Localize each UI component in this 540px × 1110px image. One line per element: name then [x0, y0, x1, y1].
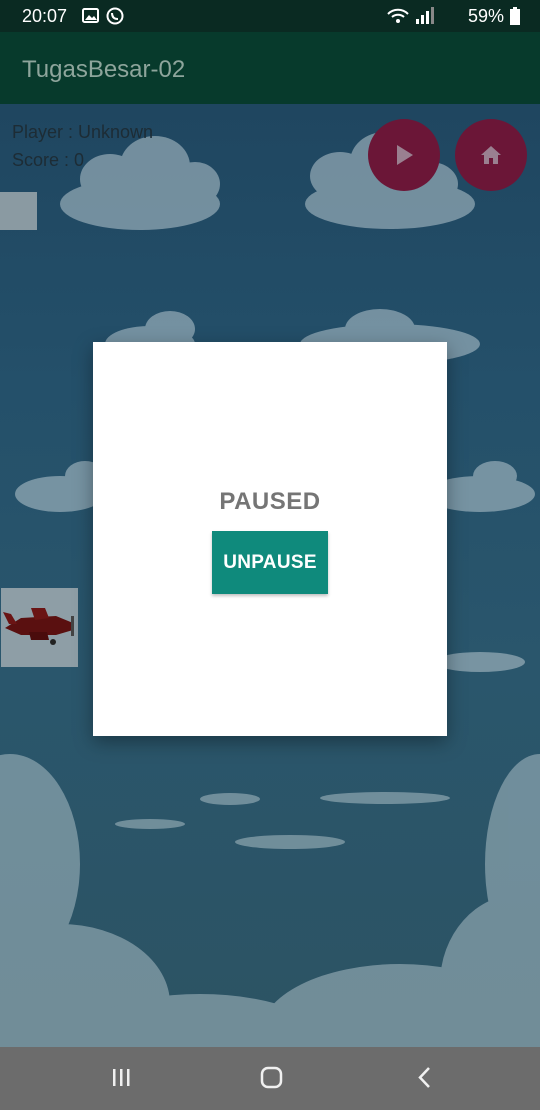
- score-label: Score : 0: [12, 150, 85, 170]
- pause-dialog: PAUSED UNPAUSE: [93, 342, 447, 736]
- recents-icon[interactable]: [113, 1069, 130, 1086]
- cloud-bank: [0, 754, 540, 1047]
- app-title: TugasBesar-02: [22, 56, 186, 83]
- signal-icon: [416, 7, 434, 24]
- unpause-button[interactable]: UNPAUSE: [212, 531, 328, 594]
- whatsapp-icon: [106, 7, 124, 25]
- player-plane: [1, 588, 78, 667]
- home-button[interactable]: [455, 119, 527, 191]
- play-button[interactable]: [368, 119, 440, 191]
- cloud: [15, 461, 105, 512]
- status-notification-icons: [82, 7, 142, 25]
- play-icon: [397, 145, 413, 165]
- battery-percent: 59%: [467, 6, 504, 26]
- enemy-sprite: [0, 192, 37, 230]
- home-icon: [481, 146, 501, 164]
- wifi-icon: [387, 8, 409, 23]
- image-icon: [82, 8, 99, 23]
- plane-icon: [3, 608, 74, 645]
- app-bar: TugasBesar-02: [0, 32, 540, 104]
- back-icon[interactable]: [418, 1067, 430, 1088]
- player-label: Player : Unknown: [12, 122, 154, 142]
- cloud: [435, 652, 525, 672]
- dialog-title: PAUSED: [219, 488, 321, 515]
- home-nav-icon[interactable]: [260, 1066, 283, 1089]
- navigation-bar: [0, 1047, 540, 1110]
- battery-icon: [510, 7, 520, 25]
- status-bar: 20:07 59%: [0, 0, 540, 32]
- status-time: 20:07: [22, 6, 68, 26]
